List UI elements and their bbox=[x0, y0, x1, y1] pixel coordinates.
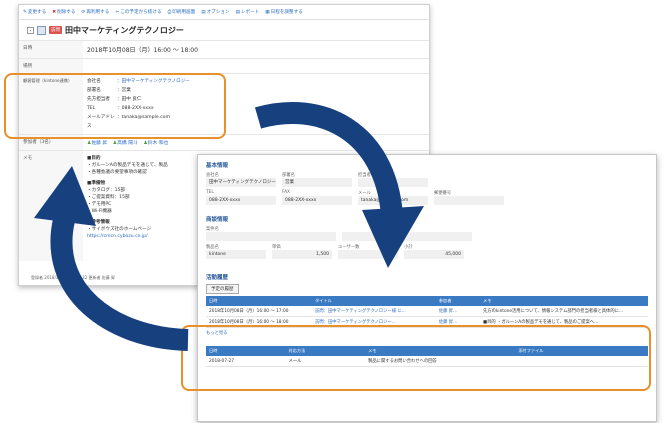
history-table: 日時 タイトル 参加者 メモ 2018年10月08日（月）16:00 ～ 17:… bbox=[206, 296, 648, 328]
customer-highlight-frame bbox=[4, 73, 226, 139]
memo-label: メモ bbox=[19, 151, 83, 261]
leave-icon: ⇦ bbox=[115, 9, 120, 15]
option-button[interactable]: ▤ オプション bbox=[201, 9, 229, 16]
history-header: タイトル bbox=[312, 296, 436, 306]
schedule-footer: 登録者 2018/10/08(月) 17:32 更新者 佐藤 昇 bbox=[31, 275, 116, 280]
unit-price-field: 1,500 bbox=[272, 250, 332, 259]
mail-field: tanaka@sample.com bbox=[358, 196, 428, 205]
calendar-icon: ▦ bbox=[265, 9, 270, 15]
history-title: 活動履歴 bbox=[206, 275, 229, 281]
participant-3[interactable]: ♟鈴木 和也 bbox=[143, 141, 168, 146]
participant-2[interactable]: ♟高橋 陽斗 bbox=[113, 141, 138, 146]
delete-button[interactable]: ✖ 削除する bbox=[52, 9, 75, 16]
print-button[interactable]: ⎙ 印刷用画面 bbox=[168, 9, 196, 15]
table-row: 2018年10月08日（月）16:00 ～ 17:00 訪問：田中マーケティング… bbox=[206, 306, 648, 317]
postal-field bbox=[434, 196, 504, 205]
schedule-toolbar: ✎ 変更する ✖ 削除する ⟳ 再利用する ⇦ この予定から抜ける ⎙ 印刷用画面 ▤ オプ… bbox=[19, 5, 429, 20]
deal-info-title: 商談情報 bbox=[206, 217, 229, 223]
date-value: 2018年10月08日（月）16:00 ～ 18:00 bbox=[87, 47, 198, 54]
deal-info-grid-2: 製品名 kintone 単価 1,500 ユーザー数 30 小計 45,000 bbox=[198, 244, 656, 259]
history-highlight-frame bbox=[181, 325, 651, 391]
report-button[interactable]: ▤ レポート bbox=[235, 9, 260, 16]
user-count-field: 30 bbox=[338, 250, 398, 259]
delete-icon: ✖ bbox=[52, 9, 57, 15]
tel-field: 088-2XX-xxxx bbox=[206, 196, 276, 205]
dept-field: 営業 bbox=[282, 178, 352, 187]
leave-schedule-button[interactable]: ⇦ この予定から抜ける bbox=[115, 9, 161, 16]
history-header: メモ bbox=[480, 296, 648, 306]
schedule-icon bbox=[37, 25, 46, 35]
schedule-history-tab[interactable]: 予定の履歴 bbox=[206, 284, 239, 294]
event-type-badge: 訪問 bbox=[49, 26, 62, 34]
place-value bbox=[83, 59, 429, 73]
basic-info-grid: 会社名 田中マーケティングテクノロジー 部署名 営業 担当者名 TEL 088-2XX… bbox=[198, 172, 656, 205]
contact-field bbox=[358, 178, 428, 187]
history-header: 日時 bbox=[206, 296, 313, 306]
reuse-icon: ⟳ bbox=[81, 9, 86, 15]
edit-icon: ✎ bbox=[23, 9, 27, 15]
option-icon: ▤ bbox=[201, 9, 206, 15]
schedule-title: 田中マーケティングテクノロジー bbox=[65, 25, 184, 35]
edit-button[interactable]: ✎ 変更する bbox=[23, 9, 46, 16]
collapse-icon[interactable]: - bbox=[27, 26, 34, 34]
fax-field: 088-2XX-xxxx bbox=[282, 196, 352, 205]
schedule-title-row: - 訪問 田中マーケティングテクノロジー bbox=[19, 20, 429, 40]
date-label: 日時 bbox=[19, 41, 83, 58]
adjust-schedule-button[interactable]: ▦ 日程を調整する bbox=[265, 9, 303, 16]
date-row: 日時 2018年10月08日（月）16:00 ～ 18:00 bbox=[19, 40, 429, 58]
basic-info-title: 基本情報 bbox=[206, 163, 229, 169]
blank-field bbox=[434, 178, 504, 187]
subtotal-field: 45,000 bbox=[404, 250, 464, 259]
history-header: 参加者 bbox=[435, 296, 481, 306]
place-row: 場所 bbox=[19, 58, 429, 73]
company-field: 田中マーケティングテクノロジー bbox=[206, 178, 276, 187]
print-icon: ⎙ bbox=[167, 10, 172, 15]
place-label: 場所 bbox=[19, 59, 83, 73]
report-icon: ▤ bbox=[235, 9, 240, 15]
reuse-button[interactable]: ⟳ 再利用する bbox=[81, 9, 110, 16]
participant-1[interactable]: ♟佐藤 昇 bbox=[87, 141, 107, 146]
product-field: kintone bbox=[206, 250, 266, 259]
blank-field bbox=[342, 232, 472, 241]
case-field bbox=[206, 232, 336, 241]
deal-info-grid-1: 案件名 bbox=[198, 226, 656, 241]
